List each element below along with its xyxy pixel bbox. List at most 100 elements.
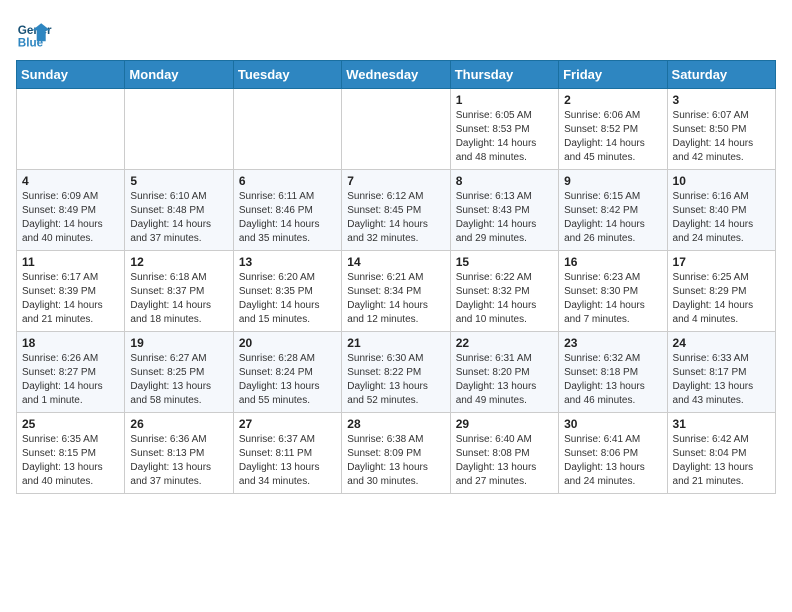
day-cell: 16 Sunrise: 6:23 AM Sunset: 8:30 PM Dayli… (559, 251, 667, 332)
day-number: 4 (22, 174, 119, 188)
day-info: Sunrise: 6:18 AM Sunset: 8:37 PM Dayligh… (130, 271, 227, 327)
day-info: Sunrise: 6:36 AM Sunset: 8:13 PM Dayligh… (130, 433, 227, 489)
day-info: Sunrise: 6:05 AM Sunset: 8:53 PM Dayligh… (456, 109, 553, 165)
weekday-header-saturday: Saturday (667, 61, 775, 89)
day-cell: 15 Sunrise: 6:22 AM Sunset: 8:32 PM Dayli… (450, 251, 558, 332)
day-cell: 11 Sunrise: 6:17 AM Sunset: 8:39 PM Dayli… (17, 251, 125, 332)
day-number: 17 (673, 255, 770, 269)
weekday-header-tuesday: Tuesday (233, 61, 341, 89)
day-cell: 2 Sunrise: 6:06 AM Sunset: 8:52 PM Daylig… (559, 89, 667, 170)
day-cell: 5Sunrise: 6:10 AM Sunset: 8:48 PM Daylig… (125, 170, 233, 251)
day-info: Sunrise: 6:20 AM Sunset: 8:35 PM Dayligh… (239, 271, 336, 327)
day-cell: 21Sunrise: 6:30 AM Sunset: 8:22 PM Dayli… (342, 332, 450, 413)
day-number: 15 (456, 255, 553, 269)
day-info: Sunrise: 6:16 AM Sunset: 8:40 PM Dayligh… (673, 190, 770, 246)
day-number: 2 (564, 93, 661, 107)
day-info: Sunrise: 6:37 AM Sunset: 8:11 PM Dayligh… (239, 433, 336, 489)
day-cell (17, 89, 125, 170)
day-info: Sunrise: 6:31 AM Sunset: 8:20 PM Dayligh… (456, 352, 553, 408)
day-number: 21 (347, 336, 444, 350)
day-cell: 23Sunrise: 6:32 AM Sunset: 8:18 PM Dayli… (559, 332, 667, 413)
day-cell: 8 Sunrise: 6:13 AM Sunset: 8:43 PM Daylig… (450, 170, 558, 251)
calendar: SundayMondayTuesdayWednesdayThursdayFrid… (16, 60, 776, 494)
day-info: Sunrise: 6:21 AM Sunset: 8:34 PM Dayligh… (347, 271, 444, 327)
day-number: 8 (456, 174, 553, 188)
day-number: 12 (130, 255, 227, 269)
weekday-header-monday: Monday (125, 61, 233, 89)
day-number: 24 (673, 336, 770, 350)
day-info: Sunrise: 6:15 AM Sunset: 8:42 PM Dayligh… (564, 190, 661, 246)
day-number: 16 (564, 255, 661, 269)
day-info: Sunrise: 6:13 AM Sunset: 8:43 PM Dayligh… (456, 190, 553, 246)
day-cell: 29 Sunrise: 6:40 AM Sunset: 8:08 PM Dayli… (450, 413, 558, 494)
day-cell: 20 Sunrise: 6:28 AM Sunset: 8:24 PM Dayli… (233, 332, 341, 413)
day-info: Sunrise: 6:11 AM Sunset: 8:46 PM Dayligh… (239, 190, 336, 246)
day-info: Sunrise: 6:33 AM Sunset: 8:17 PM Dayligh… (673, 352, 770, 408)
day-number: 26 (130, 417, 227, 431)
day-info: Sunrise: 6:10 AM Sunset: 8:48 PM Dayligh… (130, 190, 227, 246)
day-number: 20 (239, 336, 336, 350)
day-info: Sunrise: 6:09 AM Sunset: 8:49 PM Dayligh… (22, 190, 119, 246)
day-number: 19 (130, 336, 227, 350)
day-number: 18 (22, 336, 119, 350)
day-cell: 13 Sunrise: 6:20 AM Sunset: 8:35 PM Dayli… (233, 251, 341, 332)
day-number: 1 (456, 93, 553, 107)
weekday-header-friday: Friday (559, 61, 667, 89)
day-number: 9 (564, 174, 661, 188)
day-info: Sunrise: 6:25 AM Sunset: 8:29 PM Dayligh… (673, 271, 770, 327)
day-number: 29 (456, 417, 553, 431)
day-number: 3 (673, 93, 770, 107)
day-number: 28 (347, 417, 444, 431)
day-cell: 17 Sunrise: 6:25 AM Sunset: 8:29 PM Dayli… (667, 251, 775, 332)
day-number: 30 (564, 417, 661, 431)
day-cell: 14 Sunrise: 6:21 AM Sunset: 8:34 PM Dayli… (342, 251, 450, 332)
day-info: Sunrise: 6:42 AM Sunset: 8:04 PM Dayligh… (673, 433, 770, 489)
header: General Blue (16, 16, 776, 52)
day-cell: 7 Sunrise: 6:12 AM Sunset: 8:45 PM Daylig… (342, 170, 450, 251)
day-number: 7 (347, 174, 444, 188)
day-cell: 1 Sunrise: 6:05 AM Sunset: 8:53 PM Daylig… (450, 89, 558, 170)
day-info: Sunrise: 6:40 AM Sunset: 8:08 PM Dayligh… (456, 433, 553, 489)
weekday-header-thursday: Thursday (450, 61, 558, 89)
day-info: Sunrise: 6:07 AM Sunset: 8:50 PM Dayligh… (673, 109, 770, 165)
day-cell: 27 Sunrise: 6:37 AM Sunset: 8:11 PM Dayli… (233, 413, 341, 494)
day-cell (125, 89, 233, 170)
day-number: 6 (239, 174, 336, 188)
day-info: Sunrise: 6:28 AM Sunset: 8:24 PM Dayligh… (239, 352, 336, 408)
weekday-header-row: SundayMondayTuesdayWednesdayThursdayFrid… (17, 61, 776, 89)
day-cell: 18Sunrise: 6:26 AM Sunset: 8:27 PM Dayli… (17, 332, 125, 413)
day-info: Sunrise: 6:23 AM Sunset: 8:30 PM Dayligh… (564, 271, 661, 327)
day-cell: 6 Sunrise: 6:11 AM Sunset: 8:46 PM Daylig… (233, 170, 341, 251)
day-cell: 3 Sunrise: 6:07 AM Sunset: 8:50 PM Daylig… (667, 89, 775, 170)
weekday-header-sunday: Sunday (17, 61, 125, 89)
day-info: Sunrise: 6:22 AM Sunset: 8:32 PM Dayligh… (456, 271, 553, 327)
day-cell: 30Sunrise: 6:41 AM Sunset: 8:06 PM Dayli… (559, 413, 667, 494)
svg-text:General: General (18, 24, 52, 37)
day-cell: 22Sunrise: 6:31 AM Sunset: 8:20 PM Dayli… (450, 332, 558, 413)
logo-icon: General Blue (16, 16, 52, 52)
day-number: 14 (347, 255, 444, 269)
day-cell: 26 Sunrise: 6:36 AM Sunset: 8:13 PM Dayli… (125, 413, 233, 494)
day-cell (233, 89, 341, 170)
day-cell: 4 Sunrise: 6:09 AM Sunset: 8:49 PM Daylig… (17, 170, 125, 251)
day-cell: 28 Sunrise: 6:38 AM Sunset: 8:09 PM Dayli… (342, 413, 450, 494)
day-number: 11 (22, 255, 119, 269)
day-number: 27 (239, 417, 336, 431)
day-info: Sunrise: 6:38 AM Sunset: 8:09 PM Dayligh… (347, 433, 444, 489)
day-number: 25 (22, 417, 119, 431)
day-number: 13 (239, 255, 336, 269)
day-cell (342, 89, 450, 170)
day-cell: 24 Sunrise: 6:33 AM Sunset: 8:17 PM Dayli… (667, 332, 775, 413)
week-row-1: 1 Sunrise: 6:05 AM Sunset: 8:53 PM Daylig… (17, 89, 776, 170)
day-info: Sunrise: 6:32 AM Sunset: 8:18 PM Dayligh… (564, 352, 661, 408)
logo: General Blue (16, 16, 52, 52)
week-row-4: 18Sunrise: 6:26 AM Sunset: 8:27 PM Dayli… (17, 332, 776, 413)
day-info: Sunrise: 6:12 AM Sunset: 8:45 PM Dayligh… (347, 190, 444, 246)
day-cell: 19Sunrise: 6:27 AM Sunset: 8:25 PM Dayli… (125, 332, 233, 413)
week-row-3: 11 Sunrise: 6:17 AM Sunset: 8:39 PM Dayli… (17, 251, 776, 332)
day-info: Sunrise: 6:06 AM Sunset: 8:52 PM Dayligh… (564, 109, 661, 165)
day-cell: 9 Sunrise: 6:15 AM Sunset: 8:42 PM Daylig… (559, 170, 667, 251)
day-info: Sunrise: 6:35 AM Sunset: 8:15 PM Dayligh… (22, 433, 119, 489)
day-info: Sunrise: 6:17 AM Sunset: 8:39 PM Dayligh… (22, 271, 119, 327)
day-number: 31 (673, 417, 770, 431)
